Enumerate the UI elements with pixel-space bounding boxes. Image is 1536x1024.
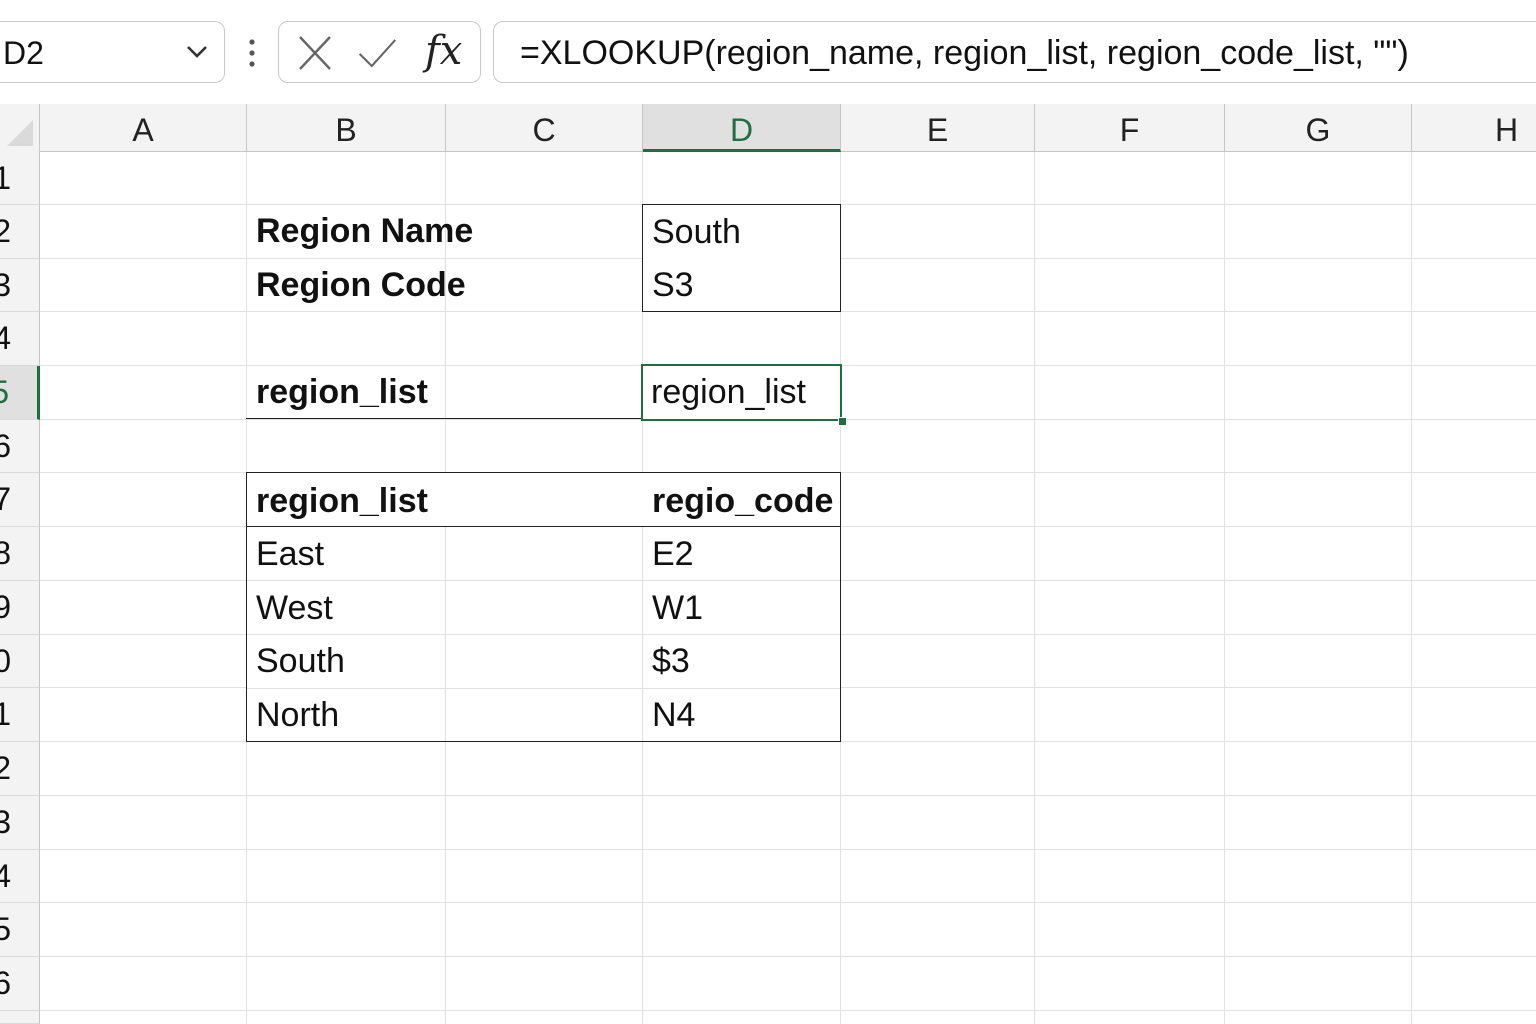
row-header-4[interactable]: 4 bbox=[0, 312, 40, 366]
table-cell[interactable]: South bbox=[247, 642, 345, 681]
gridline bbox=[40, 1010, 1536, 1011]
row-header-6[interactable]: 6 bbox=[0, 420, 40, 473]
table-cell[interactable]: North bbox=[247, 696, 339, 735]
row-number: 4 bbox=[0, 320, 11, 357]
row-number: 12 bbox=[0, 750, 11, 787]
row-header-2[interactable]: 2 bbox=[0, 205, 40, 259]
column-header-c[interactable]: C bbox=[446, 104, 643, 152]
cell-b5[interactable]: region_list bbox=[247, 373, 428, 412]
cancel-icon[interactable] bbox=[295, 34, 335, 72]
row-header-7[interactable]: 7 bbox=[0, 473, 40, 527]
column-header-row: A B C D E F G H bbox=[0, 104, 1536, 152]
table-cell[interactable]: W1 bbox=[643, 589, 703, 628]
name-box[interactable]: D2 bbox=[0, 21, 225, 83]
cell-d2[interactable]: South bbox=[642, 204, 841, 259]
column-header-e[interactable]: E bbox=[841, 104, 1035, 152]
column-header-a[interactable]: A bbox=[40, 104, 247, 152]
gridline bbox=[1034, 152, 1035, 1024]
row-header-11[interactable]: 11 bbox=[0, 688, 40, 742]
gridline bbox=[247, 634, 840, 635]
table-header-border bbox=[247, 526, 840, 527]
table-cell[interactable]: East bbox=[247, 535, 324, 574]
region-table: region_list regio_code East E2 West W1 S… bbox=[246, 472, 841, 742]
formula-bar-area: D2 fx =XLOOKUP(region_name, region_list,… bbox=[0, 0, 1536, 104]
cell-b2[interactable]: Region Name bbox=[247, 212, 473, 251]
grip-icon[interactable] bbox=[244, 36, 260, 70]
gridline bbox=[1411, 152, 1412, 1024]
table-header-region-list[interactable]: region_list bbox=[247, 482, 428, 521]
column-header-b[interactable]: B bbox=[247, 104, 446, 152]
formula-input[interactable]: =XLOOKUP(region_name, region_list, regio… bbox=[493, 21, 1536, 83]
row-header-17[interactable] bbox=[0, 1011, 40, 1024]
cell-b3[interactable]: Region Code bbox=[247, 266, 466, 305]
row-number: 7 bbox=[0, 481, 11, 518]
row-number: 10 bbox=[0, 643, 11, 680]
gridline bbox=[40, 849, 1536, 850]
row-number: 8 bbox=[0, 535, 11, 572]
name-box-value[interactable]: D2 bbox=[3, 34, 44, 72]
row-number: 3 bbox=[0, 267, 11, 304]
row-header-10[interactable]: 10 bbox=[0, 635, 40, 688]
select-all-button[interactable] bbox=[0, 104, 40, 152]
row-header-14[interactable]: 14 bbox=[0, 850, 40, 903]
formula-buttons: fx bbox=[278, 21, 481, 83]
spreadsheet-grid[interactable]: A B C D E F G H 1 2 3 4 5 6 7 8 9 10 11 … bbox=[0, 104, 1536, 1024]
formula-text[interactable]: =XLOOKUP(region_name, region_list, regio… bbox=[520, 34, 1409, 72]
row-header-15[interactable]: 15 bbox=[0, 903, 40, 957]
table-cell[interactable]: $3 bbox=[643, 642, 690, 681]
column-header-g[interactable]: G bbox=[1225, 104, 1412, 152]
gridline bbox=[1224, 152, 1225, 1024]
column-header-d[interactable]: D bbox=[643, 104, 841, 152]
row-header-13[interactable]: 13 bbox=[0, 796, 40, 850]
column-header-h[interactable]: H bbox=[1412, 104, 1536, 152]
table-cell[interactable]: West bbox=[247, 589, 333, 628]
enter-check-icon[interactable] bbox=[357, 34, 397, 72]
cell-b5-bottom-border bbox=[246, 418, 642, 419]
row-header-3[interactable]: 3 bbox=[0, 259, 40, 312]
row-number: 14 bbox=[0, 858, 11, 895]
gridline bbox=[40, 902, 1536, 903]
row-number: 9 bbox=[0, 589, 11, 626]
column-header-f[interactable]: F bbox=[1035, 104, 1225, 152]
chevron-down-icon[interactable] bbox=[184, 38, 210, 64]
row-header-1[interactable]: 1 bbox=[0, 152, 40, 205]
table-header-region-code[interactable]: regio_code bbox=[643, 482, 833, 521]
row-number: 13 bbox=[0, 804, 11, 841]
row-header-16[interactable]: 16 bbox=[0, 957, 40, 1011]
active-cell-selection[interactable] bbox=[641, 364, 842, 421]
select-all-triangle-icon bbox=[7, 120, 33, 146]
gridline bbox=[247, 580, 840, 581]
row-number: 2 bbox=[0, 213, 11, 250]
fill-handle[interactable] bbox=[838, 417, 847, 426]
row-header-12[interactable]: 12 bbox=[0, 742, 40, 796]
row-number: 1 bbox=[0, 160, 11, 197]
row-number: 16 bbox=[0, 965, 11, 1002]
row-header-8[interactable]: 8 bbox=[0, 527, 40, 581]
row-number: 5 bbox=[0, 374, 9, 411]
row-header-9[interactable]: 9 bbox=[0, 581, 40, 635]
function-icon[interactable]: fx bbox=[425, 28, 465, 74]
gridline bbox=[247, 688, 840, 689]
gridline bbox=[40, 795, 1536, 796]
gridline bbox=[40, 956, 1536, 957]
row-header-5[interactable]: 5 bbox=[0, 366, 40, 420]
row-number: 6 bbox=[0, 428, 11, 465]
table-cell[interactable]: E2 bbox=[643, 535, 694, 574]
row-number: 11 bbox=[0, 696, 11, 733]
table-cell[interactable]: N4 bbox=[643, 696, 695, 735]
row-number: 15 bbox=[0, 911, 11, 948]
cell-d3[interactable]: S3 bbox=[642, 258, 841, 312]
